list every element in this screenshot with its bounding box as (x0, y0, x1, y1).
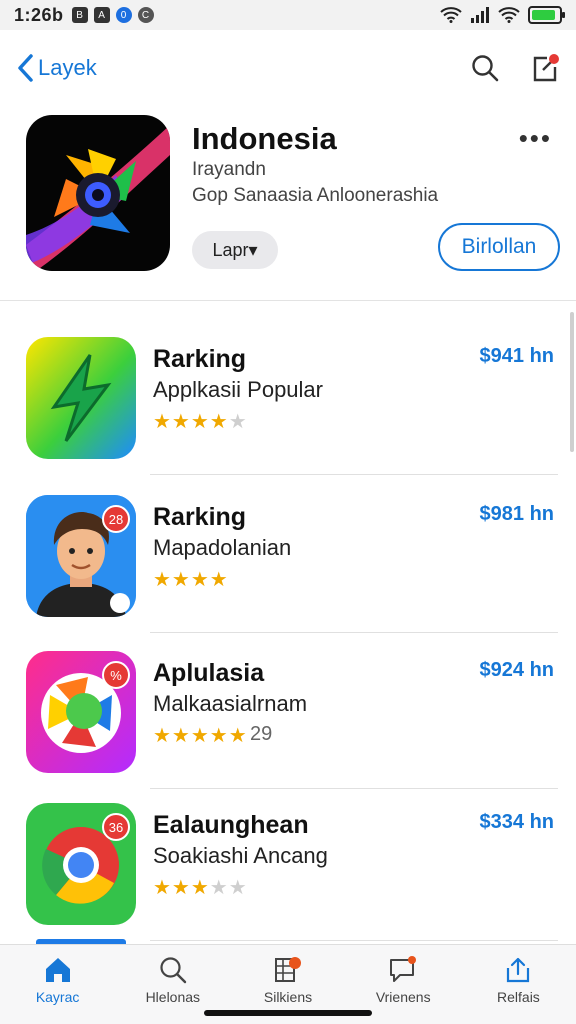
notification-icon: B (71, 7, 88, 23)
status-notification-icons: B A 0 C (71, 7, 154, 23)
list-item[interactable]: % Aplulasia Malkaasialrnam ★★★★★ 29 $924… (0, 639, 576, 789)
home-icon (45, 958, 70, 982)
notification-icon: C (137, 7, 154, 23)
app-name: Ealaunghean (153, 811, 309, 839)
app-category: Gop Sanaasia Anloonerashia (192, 185, 439, 206)
row-separator (150, 940, 558, 941)
app-title: Indonesia (192, 121, 337, 156)
lightning-icon (26, 337, 136, 459)
list-item[interactable]: 28 Rarking Mapadolanian ★★★★ $981 hn (0, 483, 576, 633)
divider (0, 300, 576, 301)
nav-bar: Layek (0, 40, 576, 96)
tab-label: Kayrac (35, 989, 80, 1005)
app-developer: Irayandn (192, 159, 266, 180)
notification-badge: 36 (102, 813, 130, 841)
home-indicator[interactable] (204, 1010, 372, 1016)
tab-label: Relfais (497, 989, 540, 1005)
app-price[interactable]: $924 hn (480, 659, 554, 682)
notification-badge: % (102, 661, 130, 689)
app-name: Aplulasia (153, 659, 265, 687)
app-header: Indonesia Irayandn Gop Sanaasia Anlooner… (26, 115, 560, 275)
back-label: Layek (38, 55, 97, 80)
tab-label: Vrienens (375, 989, 431, 1005)
tab-home[interactable]: Kayrac (0, 945, 115, 1024)
notification-badge: 28 (102, 505, 130, 533)
pinwheel-logo-icon (26, 125, 170, 271)
row-separator (150, 474, 558, 475)
signal-icon (471, 7, 489, 23)
wifi-icon (498, 7, 520, 23)
app-icon: 36 (26, 803, 136, 925)
app-subtitle: Soakiashi Ancang (153, 843, 328, 868)
app-subtitle: Mapadolanian (153, 535, 292, 560)
star-rating: ★★★★★ (153, 411, 248, 433)
search-icon[interactable] (470, 53, 500, 83)
battery-icon (528, 6, 565, 24)
list-item[interactable]: 36 Ealaunghean Soakiashi Ancang ★★★★★ $3… (0, 791, 576, 941)
star-rating: ★★★★★ (153, 877, 248, 899)
tab-share[interactable]: Relfais (461, 945, 576, 1024)
app-icon: 28 (26, 495, 136, 617)
more-options-icon[interactable]: ••• (519, 123, 552, 154)
star-rating: ★★★★ (153, 569, 229, 591)
app-price[interactable]: $941 hn (480, 345, 554, 368)
tab-label: Hlelonas (145, 989, 201, 1005)
notification-icon: A (93, 7, 110, 23)
message-icon (390, 956, 417, 982)
status-time: 1:26b (14, 4, 64, 25)
back-button[interactable]: Layek (16, 53, 97, 83)
row-separator (150, 632, 558, 633)
rating-count: 29 (250, 723, 273, 745)
list-item[interactable]: Rarking Applkasii Popular ★★★★★ $941 hn (0, 325, 576, 475)
app-subtitle: Malkaasialrnam (153, 691, 308, 716)
status-bar: 1:26b B A 0 C (0, 0, 576, 30)
app-icon[interactable] (26, 115, 170, 271)
app-name: Rarking (153, 503, 247, 531)
star-rating: ★★★★★ (153, 725, 248, 747)
share-icon[interactable] (530, 52, 560, 84)
app-icon: % (26, 651, 136, 773)
chevron-left-icon (18, 54, 33, 82)
share-icon (507, 957, 530, 983)
get-button[interactable]: Birlollan (438, 223, 560, 271)
row-separator (150, 788, 558, 789)
app-name: Rarking (153, 345, 247, 373)
app-price[interactable]: $334 hn (480, 811, 554, 834)
nav-actions (470, 52, 560, 84)
status-right (440, 6, 565, 24)
app-price[interactable]: $981 hn (480, 503, 554, 526)
app-icon (26, 337, 136, 459)
notification-icon: 0 (115, 7, 132, 23)
wifi-icon (440, 7, 462, 23)
apps-icon (275, 957, 301, 982)
search-icon (160, 957, 186, 984)
tab-label: Silkiens (263, 989, 313, 1005)
app-subtitle: Applkasii Popular (153, 377, 323, 402)
dropdown-button[interactable]: Lapr▾ (192, 231, 278, 269)
